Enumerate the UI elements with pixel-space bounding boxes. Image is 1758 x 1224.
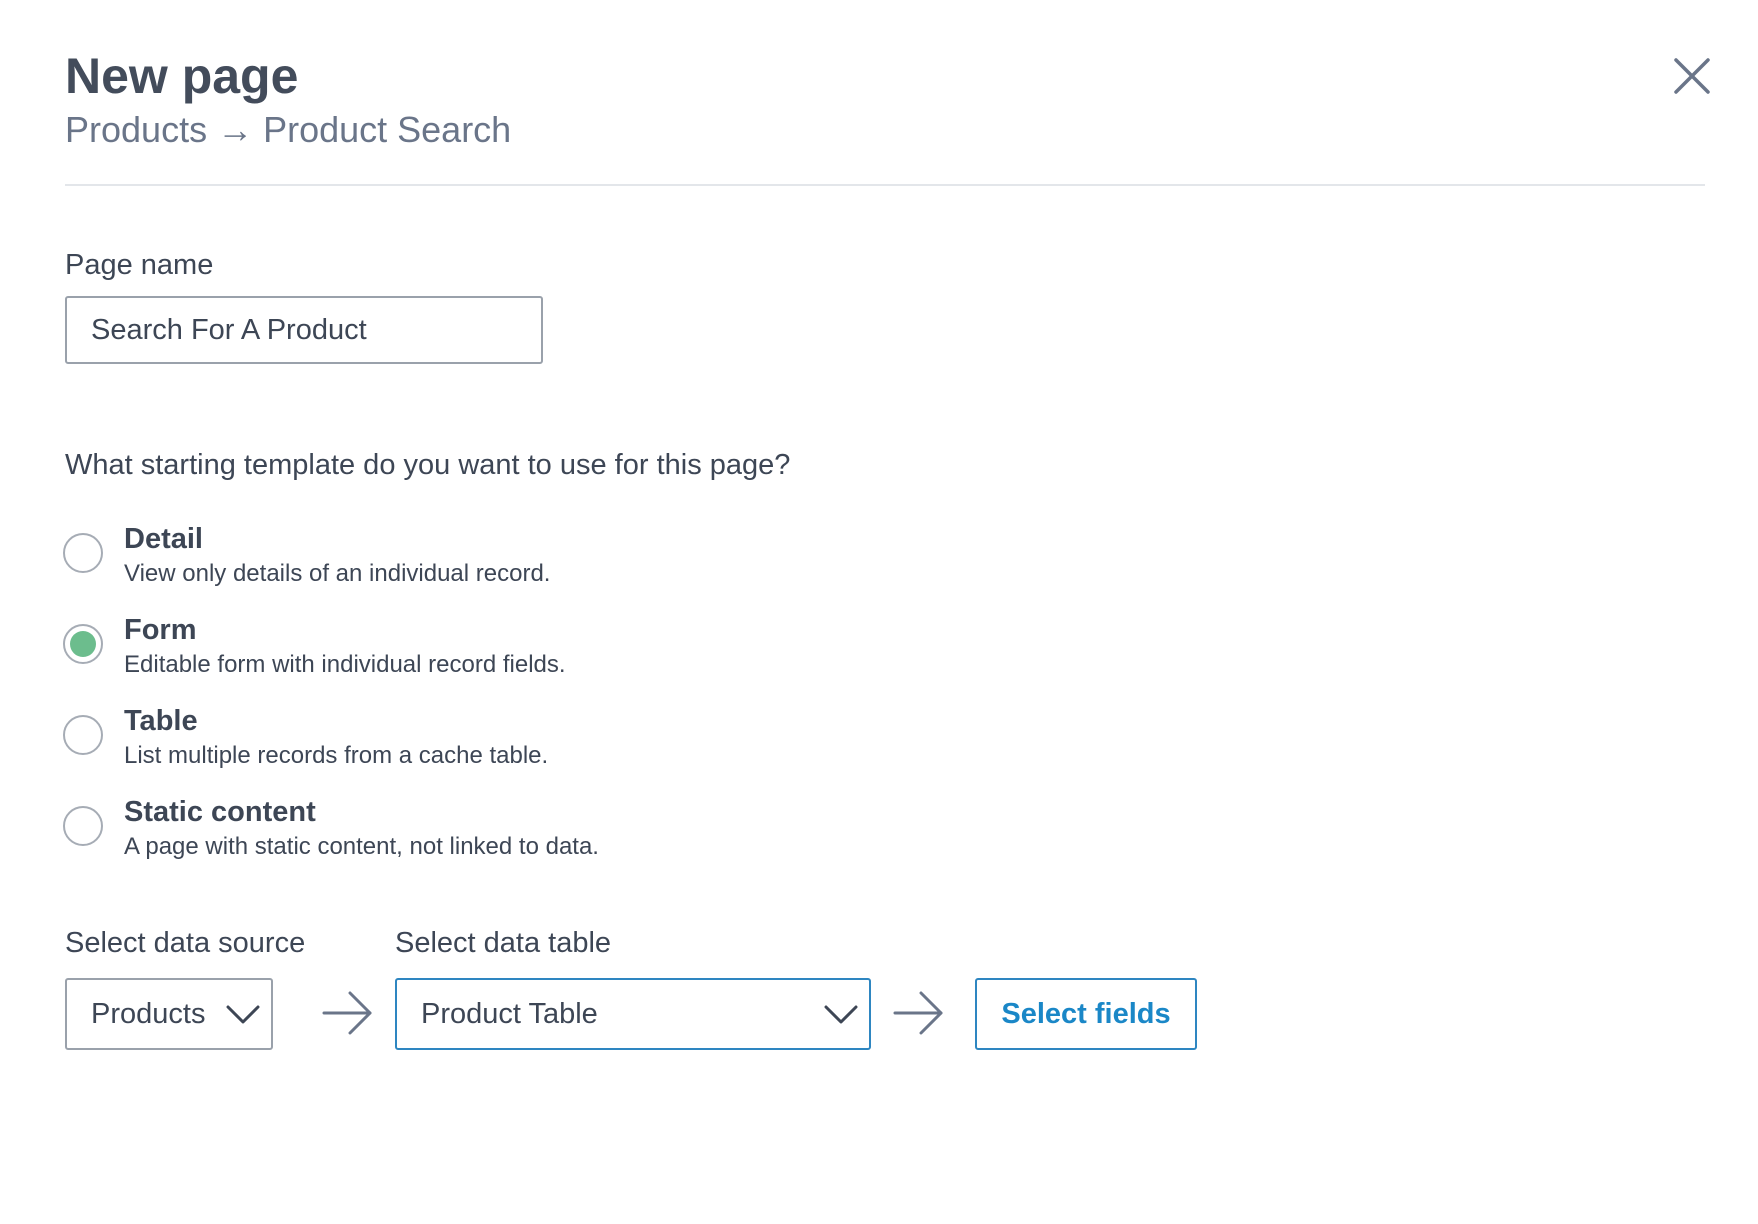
data-table-select[interactable]: Product Table: [395, 978, 871, 1050]
data-table-value: Product Table: [421, 998, 598, 1030]
option-description: Editable form with individual record fie…: [124, 651, 566, 678]
option-title: Detail: [124, 523, 203, 555]
data-table-label: Select data table: [395, 927, 612, 959]
table-radio[interactable]: [63, 715, 103, 755]
data-source-label: Select data source: [65, 927, 306, 959]
close-icon: [1674, 58, 1710, 94]
new-page-dialog: New page Products → Product Search Page …: [0, 0, 1758, 1224]
chevron-down-icon: [824, 1005, 858, 1024]
option-description: View only details of an individual recor…: [124, 560, 551, 587]
select-fields-button[interactable]: Select fields: [975, 978, 1197, 1050]
close-button[interactable]: [1670, 54, 1714, 98]
page-title: New page: [65, 48, 299, 104]
static-content-radio[interactable]: [63, 806, 103, 846]
form-radio[interactable]: [63, 624, 103, 664]
arrow-right-icon: [322, 991, 372, 1035]
page-name-label: Page name: [65, 249, 214, 281]
page-name-input[interactable]: [65, 296, 543, 364]
option-title: Static content: [124, 796, 316, 828]
breadcrumb: Products → Product Search: [65, 109, 512, 150]
data-source-value: Products: [91, 998, 206, 1030]
detail-radio[interactable]: [63, 533, 103, 573]
template-option-static-content[interactable]: Static content A page with static conten…: [63, 796, 763, 874]
option-description: A page with static content, not linked t…: [124, 833, 599, 860]
option-description: List multiple records from a cache table…: [124, 742, 549, 769]
template-question: What starting template do you want to us…: [65, 449, 791, 481]
template-option-table[interactable]: Table List multiple records from a cache…: [63, 705, 763, 783]
option-title: Table: [124, 705, 198, 737]
template-option-form[interactable]: Form Editable form with individual recor…: [63, 614, 763, 692]
header-divider: [65, 184, 1705, 186]
data-source-select[interactable]: Products: [65, 978, 273, 1050]
option-title: Form: [124, 614, 197, 646]
radio-selected-dot: [70, 631, 96, 657]
template-option-detail[interactable]: Detail View only details of an individua…: [63, 523, 763, 601]
arrow-right-icon: [893, 991, 943, 1035]
chevron-down-icon: [226, 1005, 260, 1024]
